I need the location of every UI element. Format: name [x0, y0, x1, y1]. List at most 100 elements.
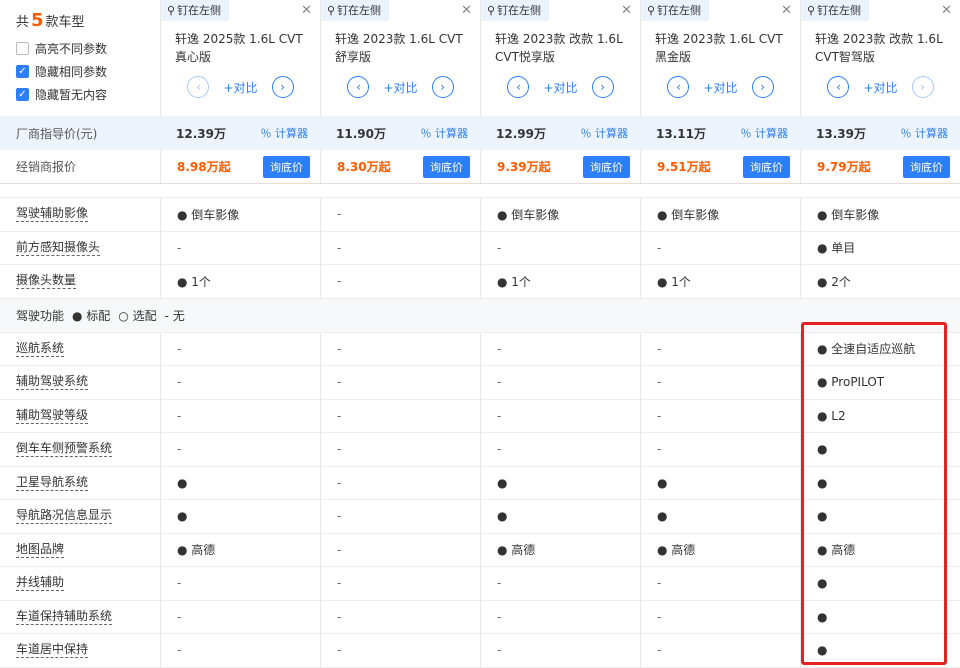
spec-value: ● 1个: [160, 265, 320, 298]
spec-row: 并线辅助 - - - - ●: [0, 567, 960, 601]
spec-label[interactable]: 辅助驾驶等级: [0, 400, 160, 433]
inquiry-button[interactable]: 询底价: [583, 155, 630, 178]
spec-value: -: [320, 634, 480, 667]
add-compare-button[interactable]: +对比: [703, 79, 737, 96]
spec-value: -: [640, 600, 800, 633]
spec-row: 驾驶辅助影像 ● 倒车影像 - ● 倒车影像 ● 倒车影像 ● 倒车影像: [0, 198, 960, 232]
scrolled-section-strip: [0, 184, 960, 198]
model-count: 共 5 款车型: [16, 10, 85, 31]
spec-label[interactable]: 摄像头数量: [0, 265, 160, 298]
dealer-cell: 9.79万起 询底价: [800, 150, 960, 183]
spec-label[interactable]: 前方感知摄像头: [0, 232, 160, 265]
add-compare-button[interactable]: +对比: [223, 79, 257, 96]
spec-value: ● 高德: [800, 533, 960, 566]
legend-standard: ● 标配: [72, 308, 111, 323]
spec-value: ●: [800, 634, 960, 667]
checkbox-unchecked-icon[interactable]: [16, 42, 29, 55]
car-name: 轩逸 2023款 改款 1.6L CVT悦享版: [495, 32, 623, 64]
close-icon[interactable]: ✕: [621, 3, 640, 18]
spec-label[interactable]: 巡航系统: [0, 333, 160, 366]
chevron-right-icon[interactable]: ›: [591, 76, 614, 98]
close-icon[interactable]: ✕: [941, 3, 960, 18]
calculator-link[interactable]: ％ 计算器: [421, 125, 469, 141]
pin-left-button[interactable]: ⚲ 钉在左侧: [161, 0, 230, 21]
close-icon[interactable]: ✕: [461, 3, 480, 18]
msrp-cell: 11.90万％ 计算器: [336, 125, 469, 141]
count-suffix: 款车型: [45, 15, 85, 30]
header-row: 共 5 款车型 高亮不同参数 ✓ 隐藏相同参数 ✓ 隐藏暂无内容 ⚲ 钉在左侧 ✕ …: [0, 0, 960, 116]
calculator-link[interactable]: ％ 计算器: [261, 125, 309, 141]
spec-value: -: [640, 634, 800, 667]
add-compare-button[interactable]: +对比: [863, 79, 897, 96]
spec-value: ● 1个: [640, 265, 800, 298]
spec-value: -: [320, 500, 480, 533]
chevron-right-icon[interactable]: ›: [751, 76, 774, 98]
chevron-left-icon[interactable]: ‹: [827, 76, 850, 98]
inquiry-button[interactable]: 询底价: [903, 155, 950, 178]
pin-left-button[interactable]: ⚲ 钉在左侧: [481, 0, 550, 21]
spec-comparison-table: 共 5 款车型 高亮不同参数 ✓ 隐藏相同参数 ✓ 隐藏暂无内容 ⚲ 钉在左侧 ✕ …: [0, 0, 960, 668]
spec-value: -: [160, 332, 320, 365]
row-label: 经销商报价: [16, 160, 77, 174]
spec-label[interactable]: 卫星导航系统: [0, 467, 160, 500]
chevron-right-icon[interactable]: ›: [431, 76, 454, 98]
spec-row: 摄像头数量 ● 1个 - ● 1个 ● 1个 ● 2个: [0, 265, 960, 299]
spec-row: 巡航系统 - - - - ● 全速自适应巡航: [0, 332, 960, 366]
inquiry-button[interactable]: 询底价: [263, 155, 310, 178]
spec-value: -: [160, 567, 320, 600]
dealer-cell: 9.51万起 询底价: [640, 150, 800, 183]
spec-value: ●: [800, 500, 960, 533]
spec-value: -: [160, 600, 320, 633]
section-title: 驾驶功能: [16, 308, 65, 323]
chevron-right-icon[interactable]: ›: [911, 76, 934, 98]
add-compare-button[interactable]: +对比: [383, 79, 417, 96]
close-icon[interactable]: ✕: [781, 3, 800, 18]
calculator-link[interactable]: ％ 计算器: [741, 125, 789, 141]
spec-value: ●: [160, 500, 320, 533]
spec-value: ●: [480, 500, 640, 533]
dealer-cell: 8.30万起 询底价: [320, 150, 480, 183]
count-prefix: 共: [16, 15, 30, 30]
spec-row: 车道保持辅助系统 - - - - ●: [0, 600, 960, 634]
spec-label[interactable]: 辅助驾驶系统: [0, 366, 160, 399]
checkbox-checked-icon[interactable]: ✓: [16, 88, 29, 101]
spec-label[interactable]: 地图品牌: [0, 534, 160, 567]
car-name: 轩逸 2025款 1.6L CVT真心版: [175, 32, 303, 64]
option-highlight-diff[interactable]: 高亮不同参数: [16, 37, 107, 60]
spec-label[interactable]: 车道保持辅助系统: [0, 601, 160, 634]
spec-value: ●: [800, 600, 960, 633]
spec-label[interactable]: 车道居中保持: [0, 634, 160, 667]
spec-label[interactable]: 导航路况信息显示: [0, 500, 160, 533]
car-name: 轩逸 2023款 1.6L CVT黑金版: [655, 32, 783, 64]
spec-row: 前方感知摄像头 - - - - ● 单目: [0, 231, 960, 265]
calculator-link[interactable]: ％ 计算器: [581, 125, 629, 141]
car-column-header: ⚲ 钉在左侧 ✕ 轩逸 2023款 改款 1.6L CVT悦享版 ‹ +对比 ›: [480, 0, 640, 116]
spec-value: ●: [640, 466, 800, 499]
spec-label[interactable]: 倒车车侧预警系统: [0, 433, 160, 466]
add-compare-button[interactable]: +对比: [543, 79, 577, 96]
option-hide-same[interactable]: ✓ 隐藏相同参数: [16, 60, 107, 83]
spec-label[interactable]: 并线辅助: [0, 567, 160, 600]
spec-row: 地图品牌 ● 高德 - ● 高德 ● 高德 ● 高德: [0, 533, 960, 567]
car-column-header: ⚲ 钉在左侧 ✕ 轩逸 2023款 1.6L CVT舒享版 ‹ +对比 ›: [320, 0, 480, 116]
chevron-left-icon[interactable]: ‹: [347, 76, 370, 98]
inquiry-button[interactable]: 询底价: [423, 155, 470, 178]
spec-value: -: [480, 634, 640, 667]
pin-left-button[interactable]: ⚲ 钉在左侧: [321, 0, 390, 21]
option-hide-empty[interactable]: ✓ 隐藏暂无内容: [16, 83, 107, 106]
checkbox-checked-icon[interactable]: ✓: [16, 65, 29, 78]
chevron-right-icon[interactable]: ›: [271, 76, 294, 98]
pin-left-button[interactable]: ⚲ 钉在左侧: [801, 0, 870, 21]
chevron-left-icon[interactable]: ‹: [187, 76, 210, 98]
chevron-left-icon[interactable]: ‹: [507, 76, 530, 98]
chevron-left-icon[interactable]: ‹: [667, 76, 690, 98]
inquiry-button[interactable]: 询底价: [743, 155, 790, 178]
spec-value: ● 高德: [640, 533, 800, 566]
close-icon[interactable]: ✕: [301, 3, 320, 18]
spec-value: -: [640, 332, 800, 365]
spec-value: -: [160, 366, 320, 399]
spec-label[interactable]: 驾驶辅助影像: [0, 198, 160, 231]
calculator-link[interactable]: ％ 计算器: [901, 125, 949, 141]
pin-left-button[interactable]: ⚲ 钉在左侧: [641, 0, 710, 21]
spec-row: 车道居中保持 - - - - ●: [0, 634, 960, 668]
